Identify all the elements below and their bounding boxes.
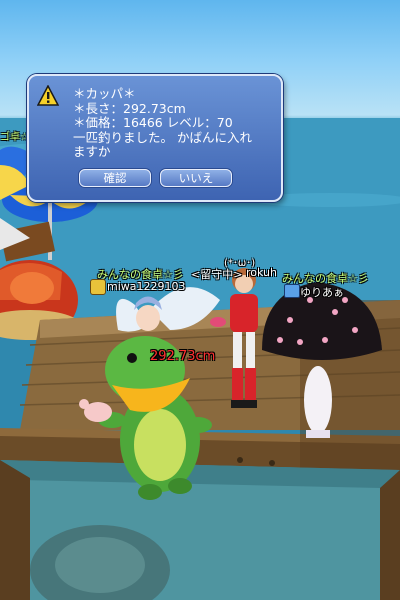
confirm-button[interactable]: 確認 bbox=[79, 169, 151, 187]
length-line: ＊長さ：292.73cm bbox=[73, 100, 186, 116]
cancel-button[interactable]: いいえ bbox=[160, 169, 232, 187]
warning-icon bbox=[36, 84, 60, 107]
offscreen-guild-label: ゴ卓☆ bbox=[0, 132, 29, 143]
catch-confirm-dialog: ＊カッパ＊ ＊長さ：292.73cm ＊価格：16466 レベル：70 一匹釣り… bbox=[27, 74, 283, 202]
fish-name-line: ＊カッパ＊ bbox=[73, 86, 136, 101]
player-name-miwa[interactable]: miwa1229103 bbox=[107, 280, 186, 293]
guild-emblem-icon-2 bbox=[284, 284, 300, 298]
dialog-message: ＊カッパ＊ ＊長さ：292.73cm ＊価格：16466 レベル：70 一匹釣り… bbox=[73, 86, 273, 160]
player-name-rokuh[interactable]: rokuh bbox=[246, 266, 277, 279]
question-line-1: 一匹釣りました。 かばんに入れ bbox=[73, 129, 252, 145]
catch-length-label: 292.73cm bbox=[150, 349, 216, 364]
game-scene[interactable]: ゴ卓☆ (*･ω･) みんなの食卓☆彡 <留守中> rokuh みんなの食卓☆彡… bbox=[0, 0, 400, 600]
guild-emblem-icon bbox=[90, 279, 106, 295]
away-status-label: <留守中> bbox=[191, 268, 243, 281]
price-level-line: ＊価格：16466 レベル：70 bbox=[73, 115, 233, 131]
question-line-2: ますか bbox=[73, 144, 111, 160]
player-name-yuria[interactable]: ゆりあぁ bbox=[300, 284, 344, 300]
